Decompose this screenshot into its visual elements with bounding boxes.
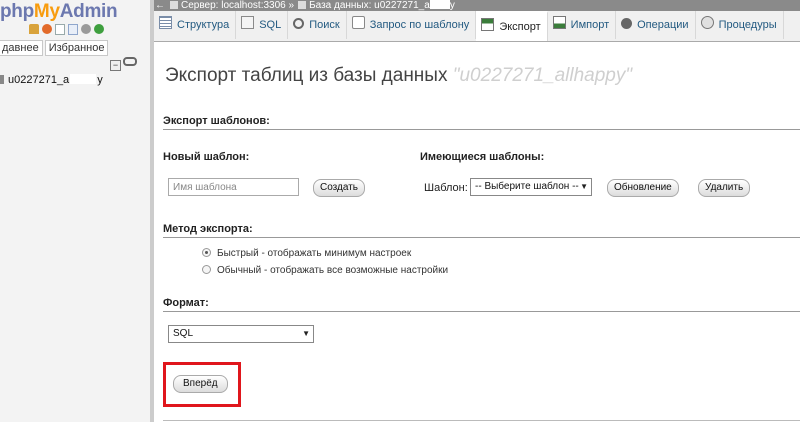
delete-template-button[interactable]: Удалить [698,179,751,197]
nav-tab-favorites[interactable]: Избранное [44,40,109,56]
phpmyadmin-logo[interactable]: phpMyAdmin [0,1,118,23]
format-select-value: SQL [173,328,194,339]
tab-structure[interactable]: Структура [154,11,237,39]
new-template-label: Новый шаблон: [163,151,250,163]
main-tabs: Структура SQL Поиск Запрос по шаблону Экспор… [154,11,800,42]
breadcrumb-database[interactable]: База данных: u0227271_a [309,0,430,11]
method-quick-label: Быстрый - отображать минимум настроек [217,248,412,259]
server-icon [170,1,178,9]
breadcrumb-database-suffix: y [449,0,455,11]
collapse-all-icon[interactable]: − [110,60,121,71]
main-content: Экспорт таблиц из базы данных "u0227271_… [154,42,800,422]
database-name: u0227271_a [8,74,70,86]
chevron-down-icon: ▼ [580,182,588,191]
breadcrumb-server[interactable]: Сервер: localhost:3306 » [181,0,294,11]
database-name-suffix: y [97,74,103,86]
template-name-input[interactable] [168,178,299,196]
update-template-button[interactable]: Обновление [607,179,679,197]
tab-label: Структура [177,19,230,31]
template-select-label: Шаблон: [424,182,468,194]
format-heading: Формат: [163,297,800,312]
create-template-button[interactable]: Создать [313,179,366,197]
query-icon [351,16,365,29]
tab-import[interactable]: Импорт [548,11,617,39]
exit-icon[interactable] [42,24,52,34]
templates-heading: Экспорт шаблонов: [163,115,800,130]
tab-sql[interactable]: SQL [236,11,289,39]
sql-icon [241,16,255,29]
existing-templates-label: Имеющиеся шаблоны: [420,151,545,163]
method-custom-option[interactable]: Обычный - отображать все возможные настр… [202,265,448,276]
go-button[interactable]: Вперёд [173,375,228,393]
nav-tab-recent[interactable]: давнее [0,40,43,56]
tab-search[interactable]: Поиск [288,11,347,39]
tab-export[interactable]: Экспорт [476,11,548,41]
method-custom-label: Обычный - отображать все возможные настр… [217,265,449,276]
nav-database-item[interactable]: u0227271_a y [0,74,103,86]
tab-label: Поиск [309,19,340,31]
page-title-database: "u0227271_allhappy" [452,65,633,86]
export-method-heading: Метод экспорта: [163,223,800,238]
nav-icons [29,24,107,36]
routines-icon [700,16,714,29]
tab-operations[interactable]: Операции [616,11,696,39]
chevron-down-icon: ▼ [302,329,310,338]
tab-label: Импорт [570,19,610,31]
radio-custom[interactable] [202,265,211,274]
back-arrow-icon[interactable]: ← [154,0,166,11]
database-icon [298,1,307,9]
settings-icon[interactable] [81,24,91,34]
bottom-divider [163,420,800,421]
template-select[interactable]: -- Выберите шаблон -- ▼ [470,178,592,196]
search-icon [293,18,305,29]
redacted-mask [70,74,97,84]
radio-quick[interactable] [202,248,211,257]
navigation-panel: phpMyAdmin давнее Избранное − u0227271_a y [0,0,150,422]
tab-label: Операции [637,19,689,31]
redacted-mask [429,0,450,9]
tab-routines[interactable]: Процедуры [696,11,784,39]
method-quick-option[interactable]: Быстрый - отображать минимум настроек [202,248,411,259]
tab-label: Экспорт [499,21,541,33]
tab-query[interactable]: Запрос по шаблону [347,11,477,39]
import-icon [552,16,566,29]
structure-icon [159,16,172,29]
tab-label: Запрос по шаблону [369,19,470,31]
breadcrumb: ← Сервер: localhost:3306 » База данных: u0… [154,0,800,11]
operations-icon [621,18,633,29]
sql-docs-icon[interactable] [68,24,78,35]
tab-label: Процедуры [718,19,777,31]
database-icon [0,75,4,84]
link-with-main-icon[interactable] [123,57,137,66]
reload-icon[interactable] [94,24,104,34]
docs-icon[interactable] [55,24,65,35]
template-select-value: -- Выберите шаблон -- [475,181,579,192]
home-icon[interactable] [29,24,39,34]
format-select[interactable]: SQL ▼ [168,325,314,343]
collapse-controls: − [110,57,137,71]
export-icon [481,18,495,31]
tab-label: SQL [259,19,282,31]
page-title-text: Экспорт таблиц из базы данных [165,65,448,86]
page-title: Экспорт таблиц из базы данных "u0227271_… [165,65,632,87]
nav-tabs: давнее Избранное [0,40,110,56]
